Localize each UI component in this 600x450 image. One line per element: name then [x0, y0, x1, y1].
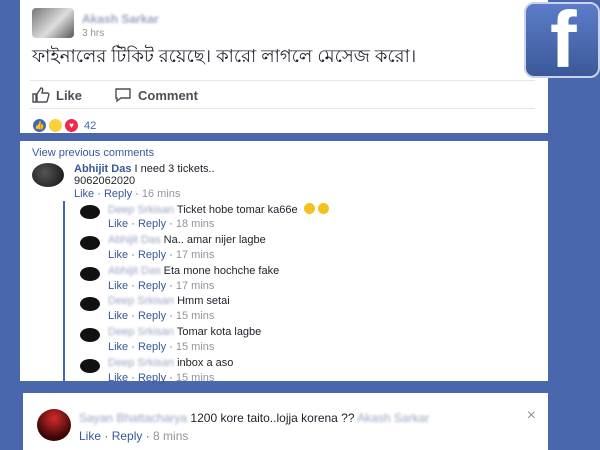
- comment-button[interactable]: Comment: [114, 87, 198, 103]
- comment-text-line2: 9062062020: [74, 175, 136, 187]
- reply-author[interactable]: Abhijit Das: [108, 234, 161, 246]
- worried-emoji-icon: [303, 203, 315, 214]
- reply-reply-link[interactable]: Reply: [138, 218, 166, 230]
- post-author-name[interactable]: Akash Sarkar: [82, 12, 159, 26]
- reply-body: Deep Srkisan Hmm setai: [108, 295, 230, 307]
- author-avatar[interactable]: [32, 8, 74, 38]
- reply-body: Deep Srkisan inbox a aso: [108, 357, 233, 369]
- close-icon[interactable]: ×: [527, 407, 536, 425]
- reply-time[interactable]: 15 mins: [176, 372, 215, 384]
- reply-actions: Like · Reply · 17 mins: [108, 249, 215, 261]
- worried-emoji-icon: [317, 203, 329, 214]
- reply-reply-link[interactable]: Reply: [138, 280, 166, 292]
- comment-text: I need 3 tickets..: [134, 163, 215, 175]
- reply-like-link[interactable]: Like: [108, 341, 128, 353]
- comment-body: Abhijit Das I need 3 tickets..: [74, 163, 215, 175]
- commenter-avatar[interactable]: [37, 409, 71, 441]
- reply-author[interactable]: Deep Srkisan: [108, 295, 174, 307]
- reply-reply-link[interactable]: Reply: [138, 372, 166, 384]
- facebook-logo-icon: f: [524, 0, 600, 84]
- reaction-count: 42: [84, 119, 97, 132]
- post-card: Akash Sarkar 3 hrs ফাইনালের টিকিট রয়েছে…: [20, 0, 548, 133]
- reply-text: Hmm setai: [177, 295, 230, 307]
- logo-letter: f: [550, 0, 577, 84]
- reply-reply-link[interactable]: Reply: [138, 341, 166, 353]
- like-button[interactable]: Like: [32, 87, 82, 103]
- comments-section: View previous comments Abhijit Das I nee…: [20, 141, 548, 384]
- reply-time[interactable]: 18 mins: [176, 218, 215, 230]
- reply-avatar[interactable]: [80, 297, 100, 311]
- reply-avatar[interactable]: [80, 236, 100, 250]
- reply-author[interactable]: Deep Srkisan: [108, 326, 174, 338]
- reply-avatar[interactable]: [80, 359, 100, 373]
- mentioned-user[interactable]: Akash Sarkar: [357, 411, 429, 425]
- comment-actions: Like · Reply · 16 mins: [74, 188, 181, 200]
- comment-like-link[interactable]: Like: [79, 429, 101, 443]
- reply-text: Ticket hobe tomar ka66e: [176, 204, 298, 216]
- reply-like-link[interactable]: Like: [108, 218, 128, 230]
- comment-time[interactable]: 16 mins: [142, 188, 181, 200]
- reply-avatar[interactable]: [80, 205, 100, 219]
- reply-reply-link[interactable]: Reply: [138, 310, 166, 322]
- haha-reaction-icon: [48, 118, 63, 133]
- comment-reply-link[interactable]: Reply: [112, 429, 143, 443]
- reply-like-link[interactable]: Like: [108, 249, 128, 261]
- reply-actions: Like · Reply · 15 mins: [108, 310, 215, 322]
- comment-time[interactable]: 8 mins: [153, 429, 188, 443]
- reply-body: Deep Srkisan Tomar kota lagbe: [108, 326, 261, 338]
- highlighted-comment: Sayan Bhattacharya 1200 kore taito..lojj…: [20, 393, 548, 450]
- comment-like-link[interactable]: Like: [74, 188, 94, 200]
- reply-body: Abhijit Das Na.. amar nijer lagbe: [108, 234, 266, 246]
- comment-label: Comment: [138, 87, 198, 103]
- reply-actions: Like · Reply · 18 mins: [108, 218, 215, 230]
- love-reaction-icon: ♥: [64, 118, 79, 133]
- reply-time[interactable]: 15 mins: [176, 341, 215, 353]
- reply-text: Eta mone hochche fake: [163, 265, 280, 277]
- reply-actions: Like · Reply · 15 mins: [108, 341, 215, 353]
- view-previous-comments-link[interactable]: View previous comments: [32, 147, 154, 159]
- reply-body: Abhijit Das Eta mone hochche fake: [108, 265, 279, 277]
- reply-time[interactable]: 17 mins: [176, 280, 215, 292]
- reply-body: Deep Srkisan Ticket hobe tomar ka66e: [108, 203, 329, 216]
- comment-icon: [115, 88, 131, 103]
- divider: [30, 80, 535, 81]
- reply-author[interactable]: Deep Srkisan: [108, 357, 174, 369]
- reply-avatar[interactable]: [80, 267, 100, 281]
- reply-item: Abhijit Das Na.. amar nijer lagbe Like ·…: [80, 234, 480, 266]
- reply-actions: Like · Reply · 15 mins: [108, 372, 215, 384]
- commenter-avatar[interactable]: [32, 163, 64, 187]
- post-text: ফাইনালের টিকিট রয়েছে। কারো লাগলে মেসেজ …: [32, 46, 417, 66]
- comment-reply-link[interactable]: Reply: [104, 188, 132, 200]
- thumbs-up-icon: [32, 87, 50, 103]
- reply-thread-bar: [63, 201, 65, 381]
- reply-time[interactable]: 17 mins: [176, 249, 215, 261]
- reply-item: Deep Srkisan inbox a aso Like · Reply · …: [80, 357, 480, 389]
- reply-like-link[interactable]: Like: [108, 372, 128, 384]
- post-timestamp[interactable]: 3 hrs: [82, 28, 104, 39]
- comment-text: 1200 kore taito..lojja korena ??: [190, 411, 355, 425]
- reply-time[interactable]: 15 mins: [176, 310, 215, 322]
- reply-like-link[interactable]: Like: [108, 310, 128, 322]
- reactions-summary[interactable]: 👍 ♥ 42: [32, 118, 96, 133]
- reply-actions: Like · Reply · 17 mins: [108, 280, 215, 292]
- reply-like-link[interactable]: Like: [108, 280, 128, 292]
- reply-avatar[interactable]: [80, 328, 100, 342]
- comment-actions: Like · Reply · 8 mins: [79, 429, 189, 443]
- like-label: Like: [56, 87, 83, 103]
- reply-reply-link[interactable]: Reply: [138, 249, 166, 261]
- commenter-name[interactable]: Abhijit Das: [74, 163, 131, 175]
- reply-text: Tomar kota lagbe: [176, 326, 262, 338]
- comment-body: Sayan Bhattacharya 1200 kore taito..lojj…: [79, 411, 429, 425]
- reply-text: inbox a aso: [177, 357, 234, 369]
- reply-author[interactable]: Deep Srkisan: [108, 204, 174, 216]
- reply-item: Deep Srkisan Ticket hobe tomar ka66e Lik…: [80, 203, 480, 235]
- reply-item: Deep Srkisan Hmm setai Like · Reply · 15…: [80, 295, 480, 327]
- reply-item: Deep Srkisan Tomar kota lagbe Like · Rep…: [80, 326, 480, 358]
- reply-text: Na.. amar nijer lagbe: [163, 234, 266, 246]
- like-reaction-icon: 👍: [32, 118, 47, 133]
- commenter-name[interactable]: Sayan Bhattacharya: [79, 411, 187, 425]
- reply-author[interactable]: Abhijit Das: [108, 265, 161, 277]
- reply-item: Abhijit Das Eta mone hochche fake Like ·…: [80, 265, 480, 297]
- divider: [30, 108, 535, 109]
